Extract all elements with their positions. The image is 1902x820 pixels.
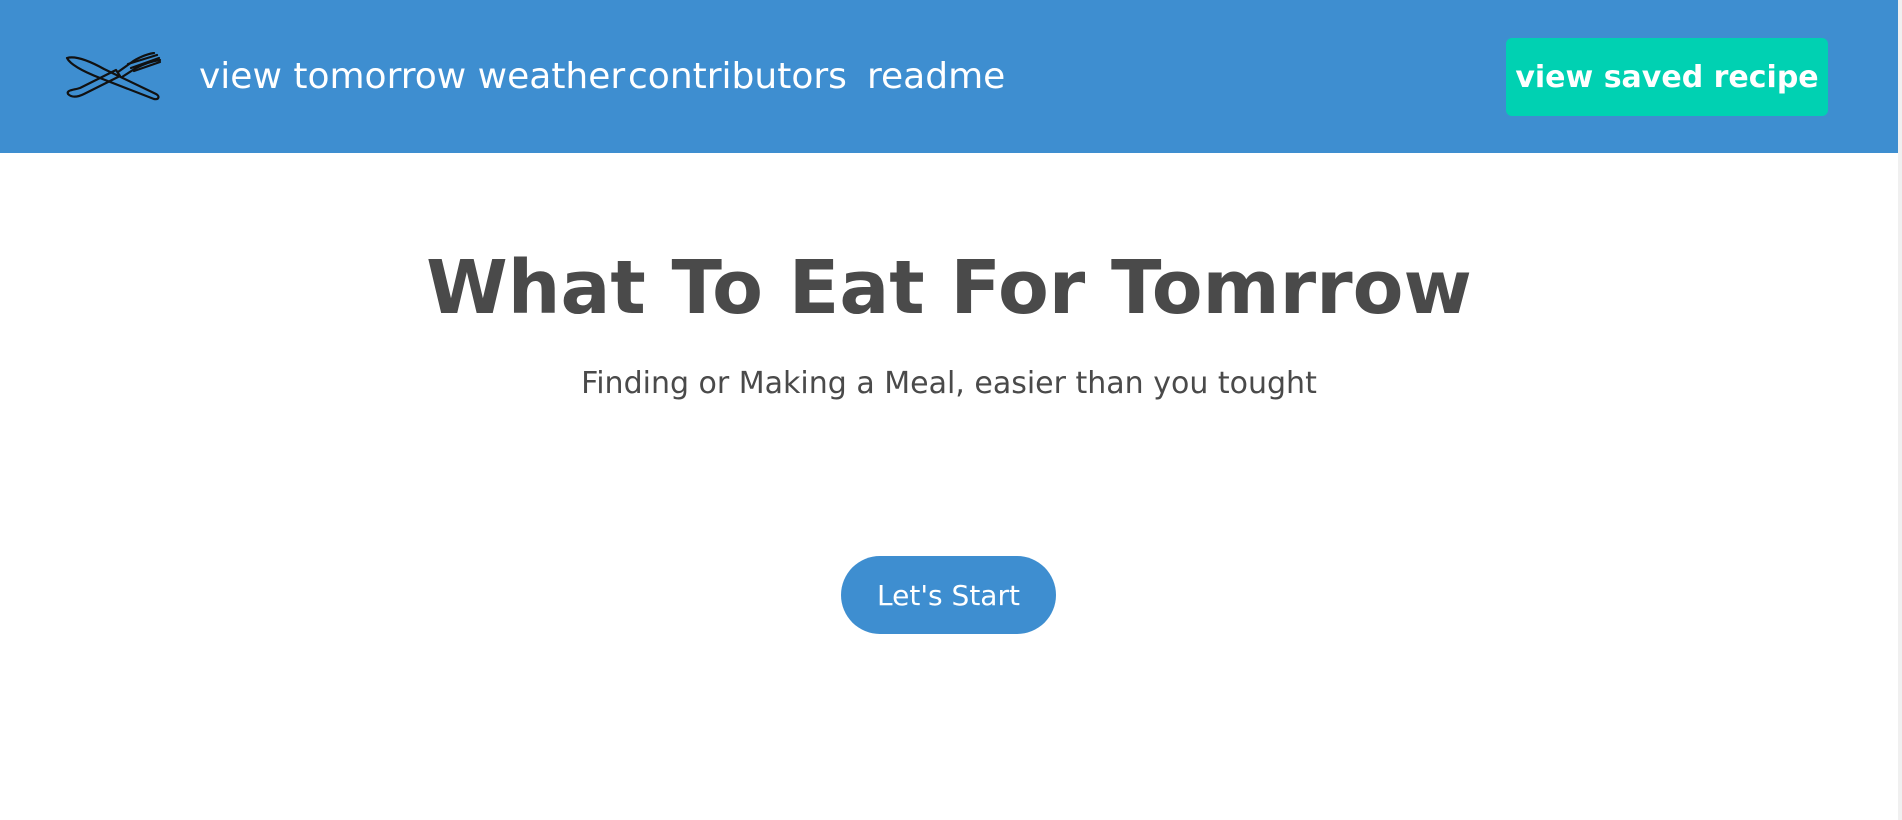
- view-saved-recipe-button[interactable]: view saved recipe: [1506, 38, 1828, 116]
- nav-link-tomorrow-weather[interactable]: view tomorrow weather: [199, 50, 625, 104]
- scrollbar-track[interactable]: [1898, 0, 1902, 820]
- lets-start-button[interactable]: Let's Start: [841, 556, 1056, 634]
- page-subtitle: Finding or Making a Meal, easier than yo…: [581, 366, 1317, 401]
- crossed-knife-fork-icon[interactable]: [64, 51, 164, 102]
- top-navbar: view tomorrow weather contributors readm…: [0, 0, 1898, 153]
- page-title: What To Eat For Tomrrow: [426, 245, 1472, 331]
- nav-link-readme[interactable]: readme: [867, 50, 1005, 104]
- nav-link-contributors[interactable]: contributors: [628, 50, 847, 104]
